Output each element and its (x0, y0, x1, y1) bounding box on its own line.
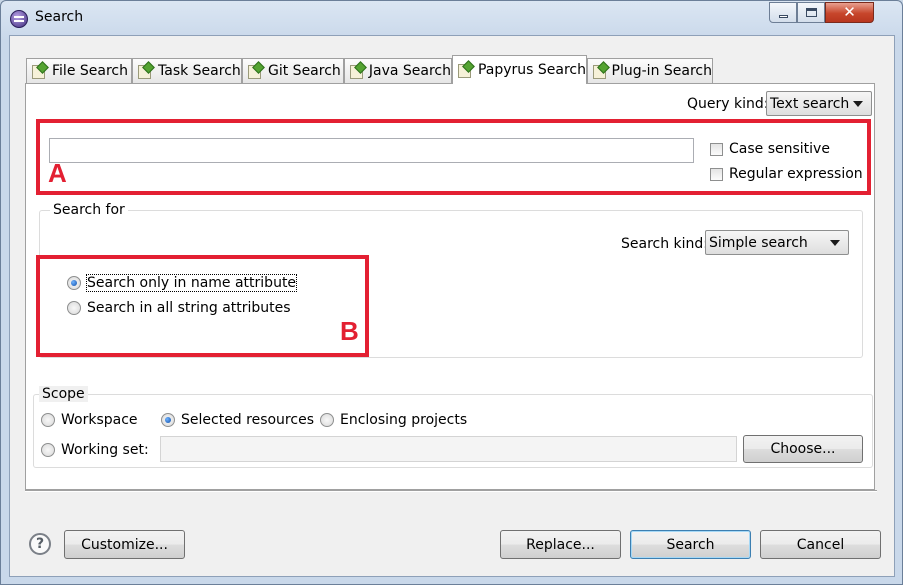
choose-button[interactable]: Choose... (743, 435, 863, 463)
tab-task-search[interactable]: Task Search (132, 58, 242, 83)
search-kind-label: Search kind: (621, 236, 709, 252)
minimize-icon (778, 15, 788, 18)
chevron-down-icon (853, 100, 863, 107)
radio-button[interactable] (320, 413, 334, 427)
search-dialog: Search ✕ File Search Task Search Git Sea… (0, 0, 903, 585)
java-search-icon (349, 63, 364, 79)
tab-git-search[interactable]: Git Search (242, 58, 344, 83)
cancel-button[interactable]: Cancel (760, 530, 881, 559)
tab-label: Papyrus Search (477, 62, 586, 78)
tab-papyrus-search[interactable]: Papyrus Search (452, 55, 587, 84)
query-kind-label: Query kind: (687, 96, 769, 112)
chevron-down-icon (830, 239, 840, 246)
working-set-field (160, 436, 737, 462)
tab-bar: File Search Task Search Git Search Java … (26, 55, 726, 84)
tab-label: File Search (52, 63, 128, 79)
scope-title: Scope (39, 386, 88, 402)
window-title: Search (35, 9, 84, 25)
tab-label: Plug-in Search (611, 63, 712, 79)
plugin-search-icon (592, 63, 607, 79)
query-kind-value: Text search (770, 95, 850, 112)
dialog-client-area: File Search Task Search Git Search Java … (9, 35, 895, 577)
radio-button[interactable] (161, 413, 175, 427)
search-kind-value: Simple search (709, 234, 808, 251)
annotation-box-b (36, 255, 369, 357)
radio-scope-working-set[interactable]: Working set: (41, 442, 149, 458)
annotation-box-a (36, 119, 871, 195)
separator (25, 490, 877, 492)
tab-java-search[interactable]: Java Search (344, 58, 452, 83)
radio-scope-selected-resources[interactable]: Selected resources (161, 412, 314, 428)
tab-label: Task Search (158, 63, 241, 79)
papyrus-search-icon (457, 62, 473, 78)
radio-scope-workspace[interactable]: Workspace (41, 412, 138, 428)
git-search-icon (247, 63, 263, 79)
radio-button[interactable] (41, 413, 55, 427)
file-search-icon (31, 63, 47, 79)
replace-button[interactable]: Replace... (500, 530, 621, 559)
scope-enclosing-label: Enclosing projects (340, 412, 468, 428)
tab-label: Git Search (268, 63, 341, 79)
scope-workspace-label: Workspace (61, 412, 138, 428)
query-kind-dropdown[interactable]: Text search (766, 91, 872, 116)
annotation-label-b: B (340, 316, 359, 346)
close-button[interactable]: ✕ (825, 2, 874, 23)
search-for-title: Search for (50, 202, 128, 218)
title-bar[interactable]: Search ✕ (1, 1, 902, 35)
annotation-label-a: A (48, 158, 67, 188)
radio-scope-enclosing-projects[interactable]: Enclosing projects (320, 412, 467, 428)
minimize-button[interactable] (769, 2, 797, 23)
search-kind-dropdown[interactable]: Simple search (705, 230, 849, 255)
scope-working-set-label: Working set: (61, 442, 149, 458)
maximize-icon (805, 8, 817, 17)
task-search-icon (137, 63, 153, 79)
customize-button[interactable]: Customize... (64, 530, 185, 559)
close-icon: ✕ (843, 3, 856, 21)
tab-plugin-search[interactable]: Plug-in Search (587, 58, 713, 83)
search-button[interactable]: Search (630, 530, 751, 559)
radio-button[interactable] (41, 443, 55, 457)
eclipse-icon (10, 10, 28, 28)
maximize-button[interactable] (797, 2, 825, 23)
tab-label: Java Search (368, 63, 451, 79)
scope-selected-label: Selected resources (181, 412, 314, 428)
tab-file-search[interactable]: File Search (26, 58, 132, 83)
help-icon[interactable]: ? (29, 533, 51, 555)
